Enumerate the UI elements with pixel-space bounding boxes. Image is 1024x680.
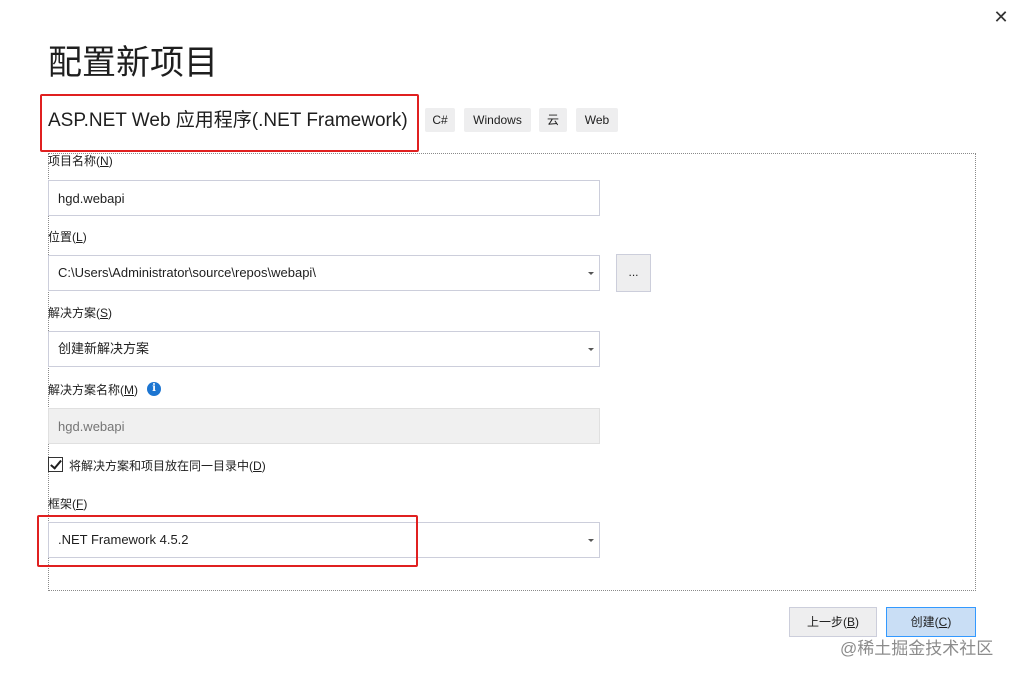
watermark: @稀土掘金技术社区 (840, 639, 994, 658)
location-value: C:\Users\Administrator\source\repos\weba… (58, 265, 316, 280)
chevron-down-icon[interactable] (588, 348, 594, 351)
solution-label: 解决方案(S) (48, 306, 113, 320)
browse-button[interactable]: ... (616, 254, 651, 292)
create-button[interactable]: 创建(C) (886, 607, 976, 637)
project-name-label: 项目名称(N) (48, 154, 113, 168)
close-icon[interactable]: ✕ (988, 4, 1014, 30)
back-button[interactable]: 上一步(B) (789, 607, 877, 637)
project-name-input[interactable] (48, 180, 600, 216)
framework-value: .NET Framework 4.5.2 (58, 532, 189, 547)
chevron-down-icon[interactable] (588, 272, 594, 275)
same-directory-label[interactable]: 将解决方案和项目放在同一目录中(D) (69, 458, 266, 474)
framework-label: 框架(F) (48, 497, 88, 511)
location-combobox[interactable]: C:\Users\Administrator\source\repos\weba… (48, 255, 600, 291)
solution-name-label: 解决方案名称(M) (48, 383, 139, 397)
info-icon[interactable]: i (147, 382, 161, 396)
tag-windows: Windows (464, 108, 531, 132)
tag-web: Web (576, 108, 618, 132)
same-directory-checkbox[interactable] (48, 457, 63, 472)
location-label: 位置(L) (48, 230, 87, 244)
template-name: ASP.NET Web 应用程序(.NET Framework) (48, 110, 408, 131)
tag-cloud: 云 (539, 108, 567, 132)
page-title: 配置新项目 (48, 44, 218, 82)
checkmark-icon (50, 457, 62, 470)
solution-name-input (48, 408, 600, 444)
chevron-down-icon[interactable] (588, 539, 594, 542)
solution-value: 创建新解决方案 (58, 341, 150, 356)
tag-csharp: C# (425, 108, 455, 132)
solution-combobox[interactable]: 创建新解决方案 (48, 331, 600, 367)
framework-combobox[interactable]: .NET Framework 4.5.2 (48, 522, 600, 558)
